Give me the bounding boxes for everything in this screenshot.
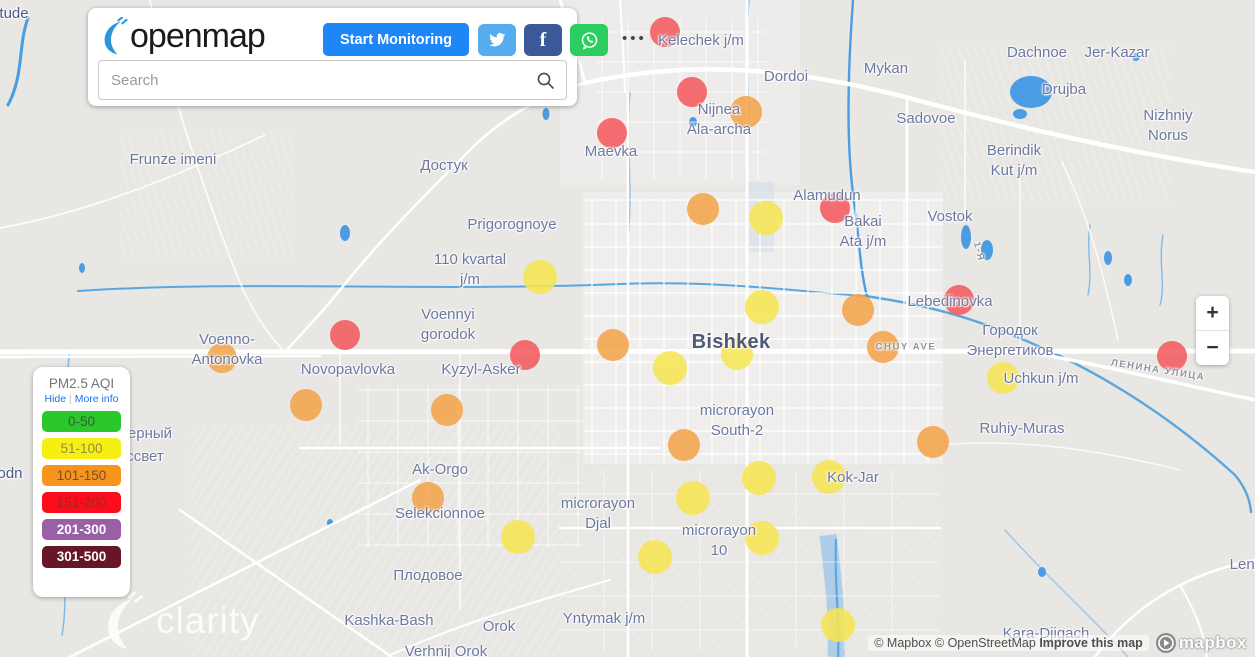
legend-title: PM2.5 AQI — [48, 376, 115, 391]
aqi-marker-yellow[interactable] — [745, 290, 779, 324]
aqi-marker-yellow[interactable] — [523, 260, 557, 294]
aqi-marker-yellow[interactable] — [749, 201, 783, 235]
legend-pill: 201-300 — [42, 518, 121, 541]
zoom-out-button[interactable]: − — [1196, 331, 1229, 365]
aqi-marker-orange[interactable] — [867, 331, 899, 363]
aqi-legend: PM2.5 AQI Hide | More info 0-50 51-100 1… — [33, 367, 130, 597]
mapbox-logo[interactable]: mapbox — [1155, 632, 1247, 654]
map-attribution: © Mapbox © OpenStreetMap Improve this ma… — [868, 632, 1247, 654]
aqi-marker-yellow[interactable] — [721, 338, 753, 370]
whatsapp-share-button[interactable] — [570, 24, 608, 56]
legend-more-info-link[interactable]: More info — [75, 393, 119, 405]
search-input[interactable] — [98, 60, 567, 100]
mapbox-logo-icon — [1155, 633, 1176, 653]
aqi-marker-red[interactable] — [944, 285, 974, 315]
aqi-marker-orange[interactable] — [431, 394, 463, 426]
aqi-marker-red[interactable] — [510, 340, 540, 370]
aqi-marker-yellow[interactable] — [821, 608, 855, 642]
aqi-marker-yellow[interactable] — [676, 481, 710, 515]
suburb-hatch-ne — [940, 45, 1170, 205]
legend-pill: 301-500 — [42, 546, 121, 568]
aqi-marker-orange[interactable] — [290, 389, 322, 421]
mapbox-attribution-link[interactable]: © Mapbox — [874, 636, 931, 650]
legend-pill: 0-50 — [42, 410, 121, 433]
aqi-marker-orange[interactable] — [917, 426, 949, 458]
twitter-icon — [489, 32, 506, 47]
search-box — [98, 60, 567, 100]
whatsapp-icon — [581, 31, 597, 50]
aqi-marker-yellow[interactable] — [501, 520, 535, 554]
legend-pill: 51-100 — [42, 437, 121, 460]
facebook-share-button[interactable]: f — [524, 24, 562, 56]
aqi-marker-red[interactable] — [1157, 341, 1187, 371]
legend-links-separator: | — [69, 393, 72, 405]
twitter-share-button[interactable] — [478, 24, 516, 56]
aqi-marker-red[interactable] — [330, 320, 360, 350]
aqi-marker-orange[interactable] — [668, 429, 700, 461]
aqi-marker-red[interactable] — [677, 77, 707, 107]
search-icon[interactable] — [536, 71, 555, 90]
aqi-marker-orange[interactable] — [412, 482, 444, 514]
openmap-logo-text: openmap — [130, 17, 266, 55]
mapbox-logo-word: mapbox — [1178, 633, 1247, 652]
legend-pill: 151-200 — [42, 491, 121, 514]
start-monitoring-button[interactable]: Start Monitoring — [323, 23, 469, 56]
aqi-marker-orange[interactable] — [207, 343, 237, 373]
aqi-marker-yellow[interactable] — [638, 540, 672, 574]
openmap-logo[interactable]: openmap — [100, 17, 266, 55]
osm-attribution-link[interactable]: © OpenStreetMap — [935, 636, 1036, 650]
zoom-in-button[interactable]: + — [1196, 296, 1229, 330]
aqi-marker-red[interactable] — [597, 118, 627, 148]
improve-this-map-link[interactable]: Improve this map — [1039, 636, 1143, 650]
zoom-control: + − — [1196, 296, 1229, 365]
attribution-text: © Mapbox © OpenStreetMap Improve this ma… — [868, 635, 1149, 651]
aqi-marker-orange[interactable] — [597, 329, 629, 361]
aqi-marker-orange[interactable] — [730, 96, 762, 128]
aqi-marker-orange[interactable] — [687, 193, 719, 225]
aqi-marker-orange[interactable] — [842, 294, 874, 326]
facebook-icon: f — [539, 28, 547, 51]
header-card: openmap Start Monitoring f ••• — [88, 8, 644, 106]
legend-pill: 101-150 — [42, 464, 121, 487]
legend-links: Hide | More info — [33, 393, 130, 405]
more-options-button[interactable]: ••• — [622, 30, 647, 47]
aqi-marker-yellow[interactable] — [745, 521, 779, 555]
aqi-marker-yellow[interactable] — [812, 460, 846, 494]
aqi-marker-yellow[interactable] — [987, 362, 1019, 394]
aqi-marker-red[interactable] — [820, 193, 850, 223]
openmap-app: tude Frunze imeni Достук Prigorognoye 110 kv… — [0, 0, 1255, 657]
aqi-marker-yellow[interactable] — [653, 351, 687, 385]
aqi-marker-yellow[interactable] — [742, 461, 776, 495]
openmap-logo-icon — [104, 17, 128, 55]
aqi-marker-red[interactable] — [650, 17, 680, 47]
legend-hide-link[interactable]: Hide — [45, 393, 67, 405]
